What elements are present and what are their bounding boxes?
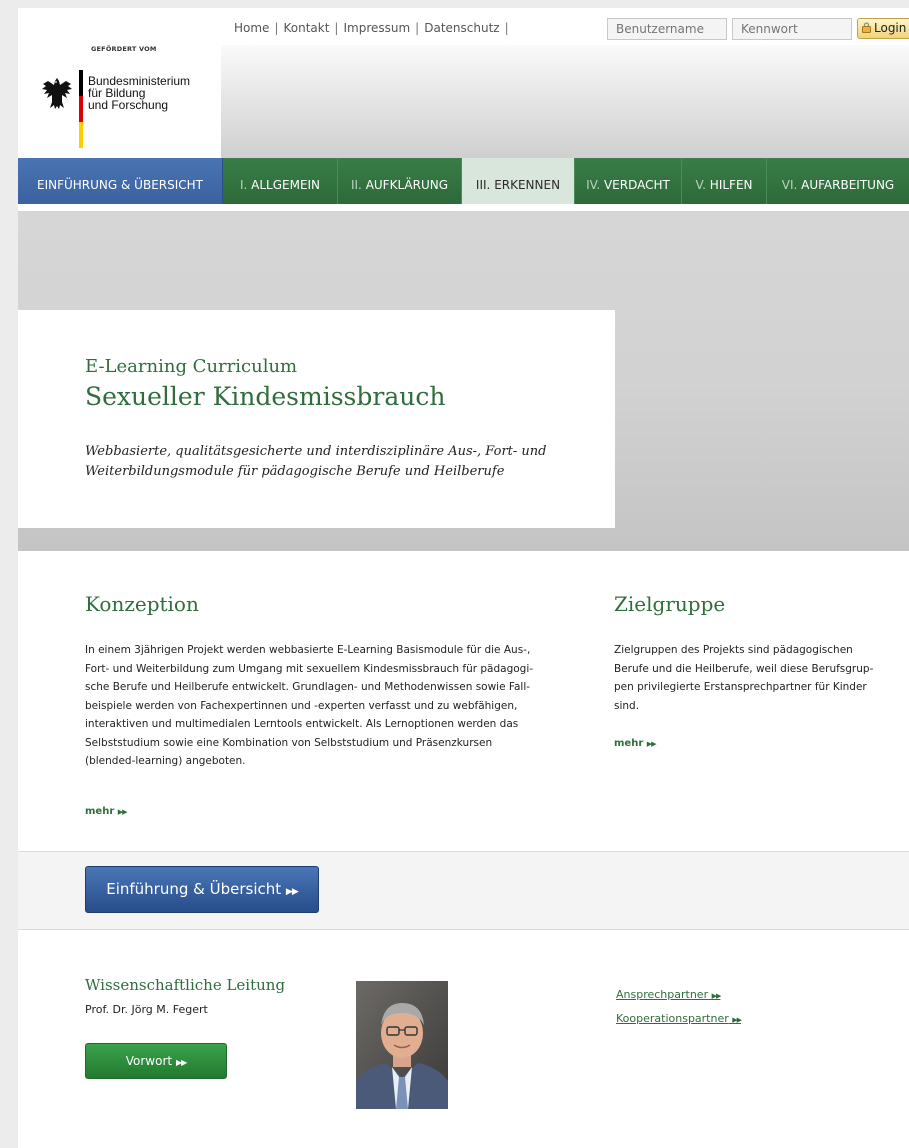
cta-label: Einführung & Übersicht: [106, 880, 282, 898]
nav-tab-label: ERKENNEN: [494, 178, 561, 192]
text-line: sche Berufe und Heilberufe entwickelt. G…: [85, 681, 531, 693]
funded-by-label: GEFÖRDERT VOM: [91, 45, 157, 53]
password-input[interactable]: [732, 18, 852, 40]
header-banner: [221, 45, 909, 158]
german-flag-bar: [79, 70, 83, 148]
ministry-line: und Forschung: [88, 98, 169, 112]
kontakt-link[interactable]: Kontakt: [283, 21, 329, 35]
text-line: Berufe und die Heilberufe, weil diese Be…: [614, 662, 874, 675]
portrait-photo: [356, 981, 448, 1109]
login-label: Login: [874, 21, 907, 35]
konzeption-more-link[interactable]: mehr ▶▶: [85, 806, 128, 817]
vorwort-label: Vorwort: [125, 1054, 173, 1068]
nav-tab-label: AUFARBEITUNG: [801, 178, 895, 192]
kooperationspartner-link[interactable]: Kooperationspartner ▶▶: [616, 1012, 742, 1025]
nav-tab-allgemein[interactable]: I. ALLGEMEIN: [223, 158, 338, 204]
zielgruppe-text: Zielgruppen des Projekts sind pädagogisc…: [614, 641, 894, 715]
nav-tab-label: VERDACHT: [603, 178, 670, 192]
text-line: (blended-learning) angeboten.: [85, 755, 246, 767]
konzeption-text: In einem 3jährigen Projekt werden webbas…: [85, 641, 565, 771]
bmbf-logo[interactable]: GEFÖRDERT VOM Bundesministerium für Bild…: [18, 8, 221, 158]
ministry-name: Bundesministerium für Bildung und Forsch…: [88, 75, 190, 111]
text-line: Fort- und Weiterbildung zum Umgang mit s…: [85, 662, 534, 675]
nav-tab-hilfen[interactable]: V. HILFEN: [682, 158, 767, 204]
datenschutz-link[interactable]: Datenschutz: [424, 21, 499, 35]
double-chevron-right-icon: ▶▶: [175, 1058, 187, 1067]
einfuehrung-button[interactable]: Einführung & Übersicht ▶▶: [85, 866, 319, 913]
nav-tab-label: AUFKLÄRUNG: [365, 178, 449, 192]
more-label: mehr: [614, 738, 644, 749]
hero-card: E-Learning Curriculum Sexueller Kindesmi…: [18, 310, 615, 528]
nav-tab-aufarbeitung[interactable]: VI. AUFARBEITUNG: [767, 158, 909, 204]
vorwort-button[interactable]: Vorwort ▶▶: [85, 1043, 227, 1079]
double-chevron-right-icon: ▶▶: [285, 887, 299, 897]
double-chevron-right-icon: ▶▶: [711, 992, 722, 1000]
impressum-link[interactable]: Impressum: [343, 21, 410, 35]
lock-icon: [862, 22, 871, 33]
nav-tab-erkennen[interactable]: III. ERKENNEN: [462, 158, 575, 204]
leitung-name: Prof. Dr. Jörg M. Fegert: [85, 1003, 208, 1016]
nav-tab-aufklaerung[interactable]: II. AUFKLÄRUNG: [338, 158, 462, 204]
divider: [18, 929, 909, 930]
hero-title: Sexueller Kindesmissbrauch: [85, 382, 446, 411]
zielgruppe-heading: Zielgruppe: [614, 592, 726, 616]
link-label: Ansprechpartner: [616, 988, 709, 1001]
page: GEFÖRDERT VOM Bundesministerium für Bild…: [18, 8, 909, 1148]
text-line: Selbststudium sowie eine Kombination von…: [85, 736, 493, 749]
text-line: sind.: [614, 699, 640, 712]
text-line: Zielgruppen des Projekts sind pädagogisc…: [614, 644, 853, 656]
leitung-heading: Wissenschaftliche Leitung: [85, 976, 286, 994]
federal-eagle-icon: [42, 78, 72, 109]
login-button[interactable]: Login: [857, 18, 909, 39]
separator: |: [415, 21, 420, 35]
nav-tab-label: ALLGEMEIN: [251, 178, 321, 192]
separator: |: [274, 21, 279, 35]
nav-tab-number: VI.: [781, 178, 798, 192]
nav-tab-number: IV.: [586, 178, 601, 192]
divider: [18, 851, 909, 852]
nav-tab-number: V.: [695, 178, 706, 192]
double-chevron-right-icon: ▶▶: [646, 740, 657, 748]
separator: |: [504, 21, 509, 35]
home-link[interactable]: Home: [234, 21, 269, 35]
link-label: Kooperationspartner: [616, 1012, 729, 1025]
text-line: beispiele werden von Fachexpertinnen und…: [85, 699, 518, 712]
text-line: In einem 3jährigen Projekt werden webbas…: [85, 644, 531, 656]
hero-description: Webbasierte, qualitätsgesicherte und int…: [85, 444, 547, 479]
konzeption-heading: Konzeption: [85, 592, 199, 616]
nav-tab-number: III.: [475, 178, 491, 192]
nav-tab-verdacht[interactable]: IV. VERDACHT: [575, 158, 682, 204]
top-navigation: Home | Kontakt | Impressum | Datenschutz |: [234, 21, 514, 35]
nav-tab-einfuehrung[interactable]: EINFÜHRUNG & ÜBERSICHT: [18, 158, 223, 204]
more-label: mehr: [85, 806, 115, 817]
hero-subtitle: E-Learning Curriculum: [85, 356, 298, 377]
username-input[interactable]: [607, 18, 727, 40]
main-navigation: EINFÜHRUNG & ÜBERSICHT I. ALLGEMEIN II. …: [18, 158, 909, 204]
double-chevron-right-icon: ▶▶: [732, 1016, 742, 1024]
nav-tab-label: HILFEN: [709, 178, 753, 192]
ansprechpartner-link[interactable]: Ansprechpartner ▶▶: [616, 988, 722, 1001]
nav-tab-number: I.: [239, 178, 248, 192]
separator: |: [334, 21, 339, 35]
text-line: pen privilegierte Erstansprechpartner fü…: [614, 681, 867, 693]
nav-tab-number: II.: [350, 178, 362, 192]
double-chevron-right-icon: ▶▶: [117, 808, 128, 816]
zielgruppe-more-link[interactable]: mehr ▶▶: [614, 738, 657, 749]
nav-tab-label: EINFÜHRUNG & ÜBERSICHT: [36, 178, 203, 192]
text-line: interaktiven und multimedialen Lerntools…: [85, 718, 519, 730]
